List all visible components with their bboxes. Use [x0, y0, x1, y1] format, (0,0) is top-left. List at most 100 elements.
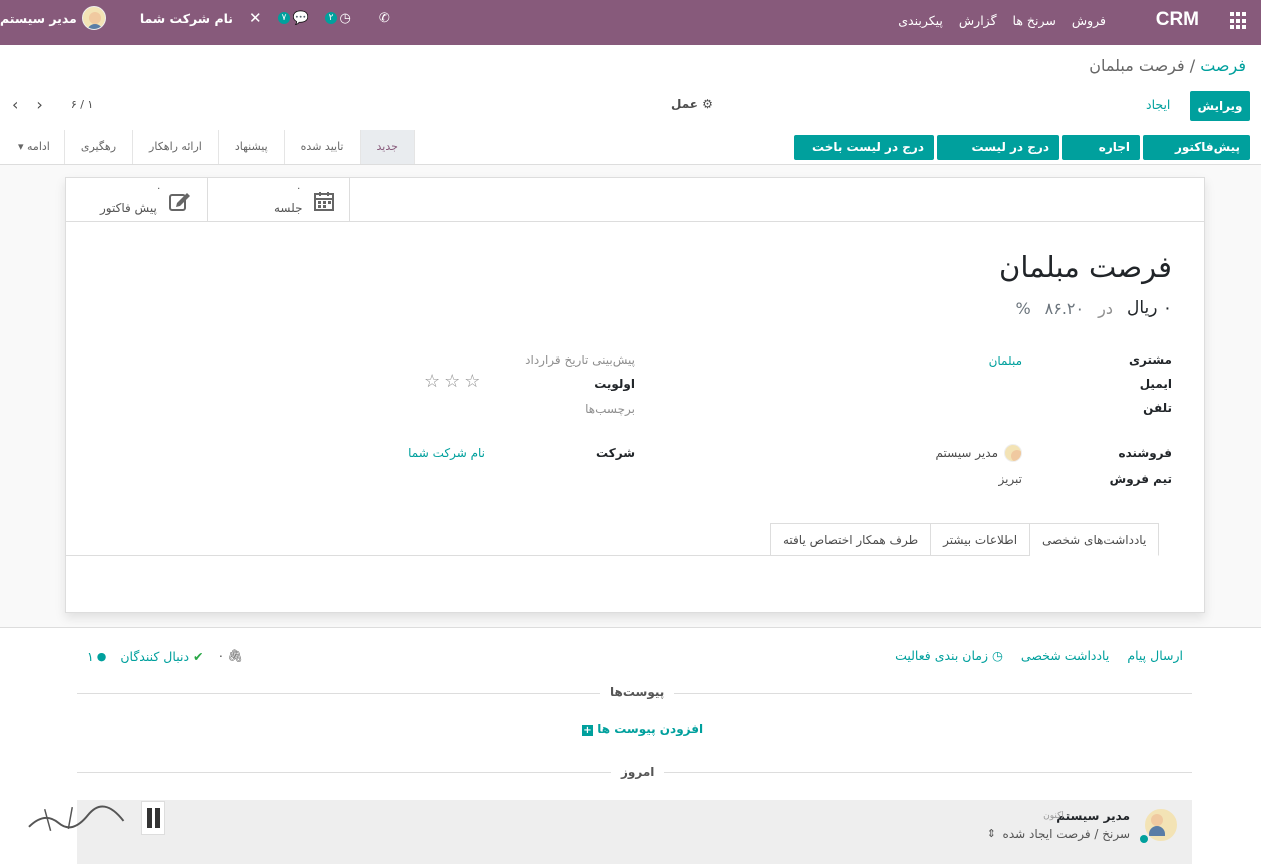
edit-button[interactable]: ویرایش [1190, 91, 1250, 121]
user-icon: ● [96, 649, 107, 663]
stage-solution[interactable]: ارائه راهکار [133, 130, 219, 164]
probability-value[interactable]: ۸۶.۲۰ [1045, 299, 1084, 318]
stage-new[interactable]: جدید [360, 130, 415, 164]
breadcrumb-separator: / [1189, 56, 1196, 75]
app-brand[interactable]: CRM [1156, 9, 1199, 31]
edit-icon [169, 191, 191, 211]
menu-item-configuration[interactable]: پیکربندی [898, 13, 943, 28]
stage-qualified[interactable]: تایید شده [285, 130, 361, 164]
new-quotation-button[interactable]: پیش‌فاکتور جدید [1143, 135, 1250, 179]
user-name: مدیر سیستم [0, 10, 77, 26]
log-note-button[interactable]: یادداشت شخصی [1021, 648, 1109, 663]
stage-more[interactable]: ▾ ادامه [8, 130, 65, 164]
chatter-divider [0, 627, 1261, 628]
stage-proposal[interactable]: پیشنهاد [219, 130, 285, 164]
systray: مدیر سیستم نام شرکت شما ✕ ۷ 💬 ۲ ◷ ✆ [0, 6, 390, 30]
follow-button[interactable]: دنبال کنندگان ✔ [120, 649, 203, 664]
breadcrumb-parent[interactable]: فرصت [1200, 56, 1246, 75]
apps-menu-icon[interactable] [1228, 12, 1246, 30]
clock-icon: ◷ [992, 648, 1003, 663]
chatter-topbar: ارسال پیام یادداشت شخصی ◷ زمان بندی فعال… [895, 648, 1183, 663]
plus-square-icon: + [582, 725, 593, 736]
phone-label: تلفن [1143, 401, 1172, 415]
breadcrumb: فرصت / فرصت مبلمان [1089, 56, 1246, 75]
user-avatar [81, 6, 106, 30]
company-value[interactable]: نام شرکت شما [408, 446, 485, 460]
message-body: سرنخ / فرصت ایجاد شده [1002, 827, 1130, 841]
tab-extra-info[interactable]: اطلاعات بیشتر [930, 523, 1031, 556]
form-sheet: ۰ جلسه ۰ پیش فاکتور فرصت مبلمان ۰ ریال د… [65, 177, 1205, 613]
pager: ‹ › ۶ / ۱ [12, 95, 93, 114]
gear-icon: ⚙ [702, 97, 713, 111]
top-navbar: CRM فروش سرنخ ها گزارش پیکربندی مدیر سیس… [0, 0, 1261, 45]
quotations-smart-button[interactable]: ۰ پیش فاکتور [66, 178, 208, 222]
pager-prev-icon[interactable]: ‹ [12, 95, 18, 114]
expected-closing-label: پیش‌بینی تاریخ قرارداد [525, 353, 635, 367]
opportunity-title[interactable]: فرصت مبلمان [999, 250, 1172, 284]
chatter-message: مدیر سیستم - اکنون سرنخ / فرصت ایجاد شده… [77, 800, 1192, 864]
schedule-activity-button[interactable]: ◷ زمان بندی فعالیت [895, 648, 1003, 663]
activities-menu[interactable]: ۲ ◷ [324, 10, 351, 26]
stage-pipeline: ▾ ادامه رهگیری ارائه راهکار پیشنهاد تایی… [8, 130, 415, 164]
button-box: ۰ جلسه ۰ پیش فاکتور [66, 178, 1204, 222]
meetings-smart-button[interactable]: ۰ جلسه [208, 178, 350, 222]
clock-icon: ◷ [339, 10, 351, 26]
salesperson-value[interactable]: مدیر سیستم [936, 444, 1022, 462]
salesperson-avatar [1004, 444, 1022, 462]
add-attachment-button[interactable]: افزودن پیوست ها + [582, 722, 703, 736]
sales-team-value[interactable]: تبریز [998, 472, 1022, 486]
sort-icon: ⇕ [986, 827, 996, 840]
calendar-icon [313, 190, 335, 212]
company-switcher[interactable]: نام شرکت شما [140, 11, 233, 26]
tab-internal-notes[interactable]: یادداشت‌های شخصی [1029, 523, 1160, 556]
mark-won-button[interactable]: درج در لیست بردها [937, 135, 1059, 179]
followers-count: ۱ [87, 648, 94, 664]
online-status-icon [1140, 835, 1148, 843]
status-bar: پیش‌فاکتور جدید اجاره جدید درج در لیست ب… [0, 130, 1261, 179]
company-label: شرکت [596, 446, 635, 460]
new-rental-button[interactable]: اجاره جدید [1062, 135, 1140, 179]
star-icon[interactable]: ☆ [464, 371, 480, 392]
paperclip-icon: 🖇 [227, 648, 244, 663]
main-menu: فروش سرنخ ها گزارش پیکربندی [898, 13, 1106, 28]
stage-tracking[interactable]: رهگیری [65, 130, 134, 164]
meetings-count: ۰ [296, 183, 302, 194]
salesperson-label: فروشنده [1118, 446, 1173, 460]
menu-item-sales[interactable]: فروش [1072, 13, 1106, 28]
action-label: عمل [671, 97, 698, 111]
email-label: ایمیل [1139, 377, 1172, 391]
send-message-button[interactable]: ارسال پیام [1127, 648, 1183, 663]
menu-item-report[interactable]: گزارش [959, 13, 997, 28]
star-icon[interactable]: ☆ [444, 371, 460, 392]
action-menu[interactable]: ⚙ عمل [671, 97, 713, 111]
tools-icon[interactable]: ✕ [249, 9, 262, 27]
revenue-row: ۰ ریال در ۸۶.۲۰ % [1015, 298, 1172, 318]
customer-value[interactable]: مبلمان [989, 354, 1022, 368]
star-icon[interactable]: ☆ [424, 371, 440, 392]
mark-lost-button[interactable]: درج در لیست باخت ها [794, 135, 934, 179]
messages-menu[interactable]: ۷ 💬 [277, 10, 309, 26]
menu-item-leads[interactable]: سرنخ ها [1013, 13, 1056, 28]
phone-icon[interactable]: ✆ [379, 11, 390, 26]
activities-badge: ۲ [324, 12, 338, 24]
followers-count-button[interactable]: ۱ ● [87, 649, 106, 664]
create-button[interactable]: ایجاد [1146, 97, 1170, 112]
user-menu[interactable]: مدیر سیستم [0, 6, 106, 30]
quotations-label: پیش فاکتور [100, 201, 157, 215]
expected-revenue[interactable]: ۰ ریال [1127, 298, 1172, 318]
chatter-followers: ۱ ● دنبال کنندگان ✔ ۰ 🖇 [87, 648, 243, 664]
tabs-divider [66, 555, 772, 556]
attachments-count: ۰ [217, 648, 225, 663]
tags-label: برچسب‌ها [585, 402, 635, 416]
tab-assigned-partner[interactable]: طرف همکار اختصاص یافته [770, 523, 932, 556]
priority-stars: ☆ ☆ ☆ [424, 371, 480, 392]
attachment-count-button[interactable]: ۰ 🖇 [218, 648, 244, 664]
chat-icon: 💬 [292, 10, 309, 26]
pager-next-icon[interactable]: › [36, 95, 42, 114]
message-author-avatar[interactable] [1144, 808, 1178, 842]
attachments-title: پیوست‌ها [600, 685, 675, 699]
watermark-logo [25, 798, 165, 838]
today-label: امروز [611, 765, 665, 779]
in-label: در [1098, 298, 1113, 318]
pager-value[interactable]: ۶ / ۱ [71, 98, 94, 111]
